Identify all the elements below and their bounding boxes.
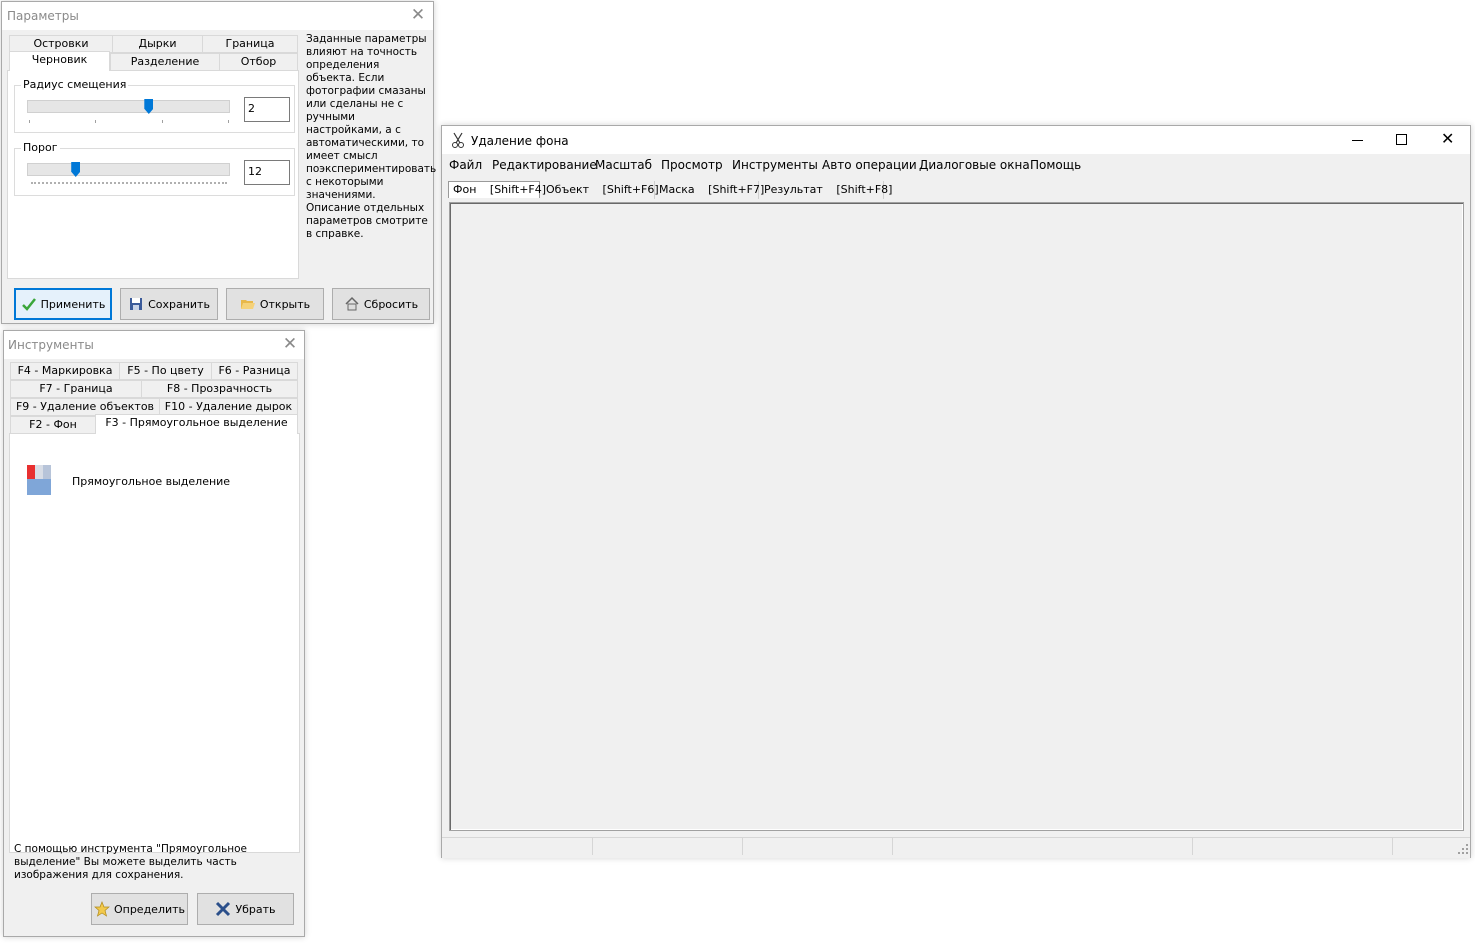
tab-f8-transparency[interactable]: F8 - Прозрачность [141,380,298,398]
tab-selection[interactable]: Отбор [219,53,298,71]
open-button[interactable]: Открыть [226,288,324,320]
tools-titlebar[interactable]: Инструменты ✕ [4,331,304,359]
main-titlebar[interactable] [442,126,1470,154]
threshold-label: Порог [21,141,60,154]
doc-tab-background-shortcut: [Shift+F4] [489,183,547,196]
radius-group: Радиус смещения 2 [14,78,295,133]
radius-input[interactable]: 2 [244,97,290,122]
tab-f4-marking[interactable]: F4 - Маркировка [10,362,120,380]
tab-f2-background[interactable]: F2 - Фон [10,416,96,434]
remove-button[interactable]: Убрать [197,893,294,925]
tab-draft[interactable]: Черновик [9,51,110,71]
params-window: Параметры ✕ Островки Дырки Граница Черно… [1,1,437,324]
params-title: Параметры [7,9,79,23]
doc-tab-object-shortcut: [Shift+F6] [602,183,659,196]
remove-button-label: Убрать [235,902,276,916]
threshold-group: Порог 12 [14,141,295,196]
threshold-input[interactable]: 12 [244,160,290,185]
radius-slider-track[interactable] [27,100,230,113]
menu-edit[interactable]: Редактирование [492,158,597,172]
checkmark-icon [21,296,37,312]
status-segment [442,838,593,855]
rect-selection-icon [27,465,51,495]
scissors-icon [451,132,465,148]
threshold-slider-track[interactable] [27,163,230,176]
doc-tab-mask-label: Маска [659,183,695,196]
maximize-button[interactable] [1378,128,1424,152]
status-segment [742,838,893,855]
reset-button-label: Сбросить [363,297,419,311]
tools-tab-panel: Прямоугольное выделение [9,433,300,853]
status-segment [1192,838,1393,855]
floppy-disk-icon [128,296,144,312]
tool-help-text: С помощью инструмента "Прямоугольное выд… [14,843,248,881]
params-close-icon[interactable]: ✕ [404,4,432,26]
define-button[interactable]: Определить [91,893,188,925]
resize-grip-icon[interactable] [1458,844,1468,854]
tab-f7-border[interactable]: F7 - Граница [10,380,142,398]
params-description: Заданные параметры влияют на точность оп… [306,33,437,240]
doc-tab-result[interactable]: Результат [Shift+F8] [760,181,892,199]
tab-holes[interactable]: Дырки [112,35,203,53]
radius-slider-tick [161,120,163,123]
tools-window: Инструменты ✕ F4 - Маркировка F5 - По цв… [3,330,305,937]
star-icon [94,901,110,917]
radius-slider-tick [29,120,30,123]
x-mark-icon [215,901,231,917]
folder-open-icon [240,296,256,312]
status-segment [892,838,1193,855]
tools-title: Инструменты [8,338,94,352]
minimize-button[interactable] [1334,128,1380,152]
doc-tab-result-shortcut: [Shift+F8] [836,183,893,196]
reset-button[interactable]: Сбросить [332,288,430,320]
close-icon: ✕ [1441,129,1455,148]
params-titlebar[interactable]: Параметры ✕ [2,2,433,30]
close-button[interactable]: ✕ [1424,128,1470,152]
tab-f6-difference[interactable]: F6 - Разница [211,362,298,380]
doc-tab-mask-shortcut: [Shift+F7] [708,183,765,196]
menu-zoom[interactable]: Масштаб [595,158,652,172]
maximize-icon [1396,134,1407,145]
tool-name: Прямоугольное выделение [72,475,231,488]
menu-auto-operations[interactable]: Авто операции [822,158,917,172]
doc-tab-object-label: Объект [546,183,590,196]
radius-slider-tick [228,120,229,123]
home-icon [344,296,360,312]
apply-button[interactable]: Применить [14,288,112,320]
menu-help[interactable]: Помощь [1030,158,1081,172]
save-button-label: Сохранить [148,297,210,311]
tab-f3-rect-selection[interactable]: F3 - Прямоугольное выделение [95,414,298,434]
doc-tab-background[interactable]: Фон [Shift+F4] [448,181,546,198]
params-tab-panel: Радиус смещения 2 Порог 12 [7,70,299,279]
minimize-icon [1352,140,1363,141]
doc-tab-background-label: Фон [453,183,477,196]
doc-tab-object[interactable]: Объект [Shift+F6] [542,181,659,199]
save-button[interactable]: Сохранить [120,288,218,320]
main-title: Удаление фона [471,134,569,148]
radius-slider-tick [95,120,97,123]
menu-tools[interactable]: Инструменты [732,158,818,172]
image-canvas[interactable] [449,202,1464,831]
tools-close-icon[interactable]: ✕ [276,333,304,355]
doc-tab-result-label: Результат [764,183,823,196]
threshold-ticks [31,182,227,186]
apply-button-label: Применить [40,297,106,311]
tab-f5-by-color[interactable]: F5 - По цвету [119,362,212,380]
menu-file[interactable]: Файл [449,158,482,172]
doc-tab-mask[interactable]: Маска [Shift+F7] [655,181,764,199]
status-segment [592,838,743,855]
radius-label: Радиус смещения [21,78,129,91]
tab-separation[interactable]: Разделение [110,53,220,71]
open-button-label: Открыть [259,297,311,311]
define-button-label: Определить [113,902,186,916]
tab-border[interactable]: Граница [202,35,298,53]
menu-dialog-windows[interactable]: Диалоговые окна [919,158,1030,172]
menu-view[interactable]: Просмотр [661,158,723,172]
